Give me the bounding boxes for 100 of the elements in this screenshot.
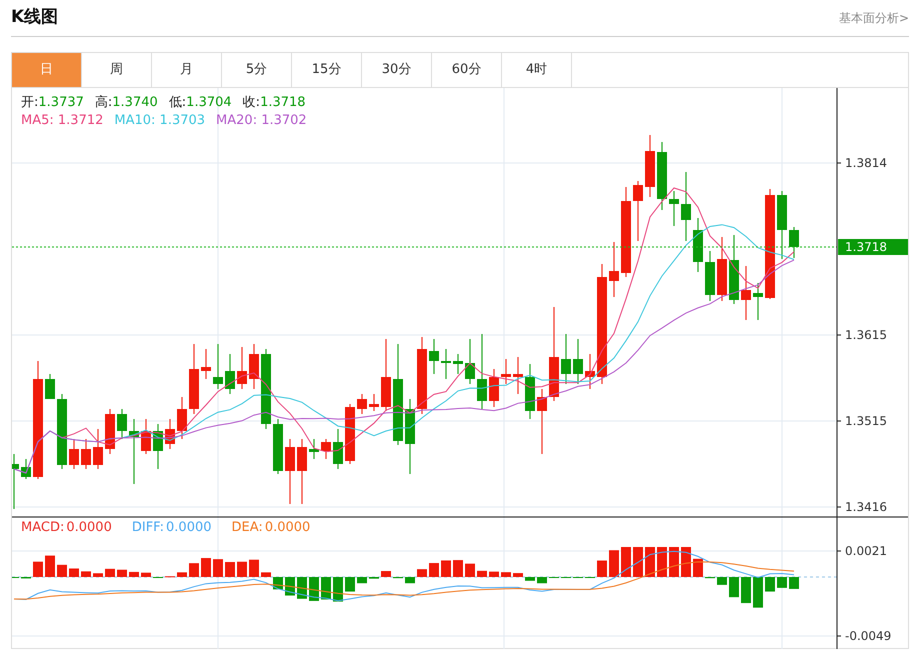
macd-bar [717, 577, 727, 585]
macd-bar [657, 547, 667, 577]
fundamental-analysis-link[interactable]: 基本面分析> [838, 9, 909, 27]
macd-bar [669, 547, 679, 577]
candlestick [669, 190, 679, 226]
candlestick [789, 226, 799, 258]
candlestick [753, 282, 763, 320]
quote-value: 低:1.3704 [168, 95, 232, 111]
macd-bar [513, 573, 523, 577]
macd-bar [213, 559, 223, 577]
candlestick [609, 242, 619, 298]
macd-bar [297, 577, 307, 599]
candlestick [189, 344, 199, 414]
macd-bar [417, 569, 427, 577]
macd-bar [453, 560, 463, 577]
macd-bar [201, 558, 211, 577]
candlestick [681, 172, 691, 242]
candlestick [129, 418, 139, 484]
quote-value: 收:1.3718 [242, 95, 306, 111]
candlestick [513, 356, 523, 394]
candlestick [573, 338, 583, 384]
candlestick [93, 428, 103, 470]
macd-value: DEA:0.0000 [232, 520, 310, 536]
candlestick [561, 334, 571, 384]
candlestick [165, 418, 175, 450]
candlestick [705, 250, 715, 302]
macd-bar [609, 550, 619, 577]
macd-bar [81, 571, 91, 577]
price-axis-label: 1.3515 [845, 414, 887, 428]
candlestick [309, 438, 319, 460]
macd-bar [249, 560, 259, 577]
candlestick [501, 358, 511, 384]
candlestick [717, 236, 727, 302]
candlestick [69, 438, 79, 470]
macd-bar [405, 577, 415, 584]
macd-bar [537, 577, 547, 584]
macd-bar [105, 568, 115, 577]
candlestick [21, 458, 31, 480]
candlestick [237, 346, 247, 390]
candlestick [105, 408, 115, 454]
candlestick [117, 408, 127, 440]
price-axis-label: 1.3615 [845, 328, 887, 342]
macd-bar [765, 577, 775, 592]
macd-bar [621, 547, 631, 577]
moving-average-value: MA10: 1.3703 [114, 113, 206, 129]
macd-axis-label: 0.0021 [845, 544, 887, 558]
macd-bar [177, 572, 187, 577]
macd-bar [141, 572, 151, 577]
candlestick [729, 234, 739, 304]
quote-value: 开:1.3737 [21, 95, 84, 111]
macd-bar [357, 577, 367, 584]
price-axis-label: 1.3416 [845, 500, 887, 514]
page-title: K线图 [11, 6, 58, 30]
macd-bar [237, 562, 247, 577]
macd-bar [345, 577, 355, 592]
candlestick [273, 418, 283, 474]
candlestick [141, 418, 151, 454]
candlestick [657, 142, 667, 210]
macd-bar [465, 564, 475, 577]
macd-bar [597, 560, 607, 577]
candlestick [225, 354, 235, 394]
candlestick [12, 454, 19, 510]
macd-bar [525, 577, 535, 581]
candlestick [429, 338, 439, 374]
candlestick [777, 190, 787, 260]
candlestick [525, 364, 535, 420]
price-axis-label: 1.3814 [845, 156, 887, 170]
candlestick [453, 354, 463, 374]
candlestick [633, 180, 643, 242]
candlestick [537, 388, 547, 454]
candlestick [213, 344, 223, 390]
candlestick [441, 348, 451, 380]
candlestick [45, 374, 55, 400]
moving-average-value: MA20: 1.3702 [216, 113, 307, 129]
moving-average-value: MA5: 1.3712 [21, 113, 104, 129]
macd-bar [693, 558, 703, 577]
macd-bar [501, 572, 511, 577]
quote-value: 高:1.3740 [94, 95, 158, 111]
candlestick [249, 344, 259, 390]
macd-bar [69, 568, 79, 577]
macd-bar [777, 577, 787, 588]
macd-bar [45, 556, 55, 577]
macd-bar [381, 571, 391, 577]
candlestick [741, 266, 751, 320]
candlestick [285, 438, 295, 504]
candlestick [369, 394, 379, 412]
macd-bar [633, 547, 643, 577]
macd-bar [741, 577, 751, 604]
macd-axis-label: -0.0049 [845, 629, 892, 643]
macd-bar [225, 562, 235, 577]
macd-bar [309, 577, 319, 601]
macd-bar [681, 547, 691, 577]
macd-bar [261, 572, 271, 577]
macd-bar [441, 560, 451, 577]
macd-bar [489, 572, 499, 577]
candlestick [585, 354, 595, 390]
macd-bar [57, 564, 67, 577]
macd-bar [729, 577, 739, 598]
candlestick [201, 348, 211, 380]
macd-bar [189, 563, 199, 577]
